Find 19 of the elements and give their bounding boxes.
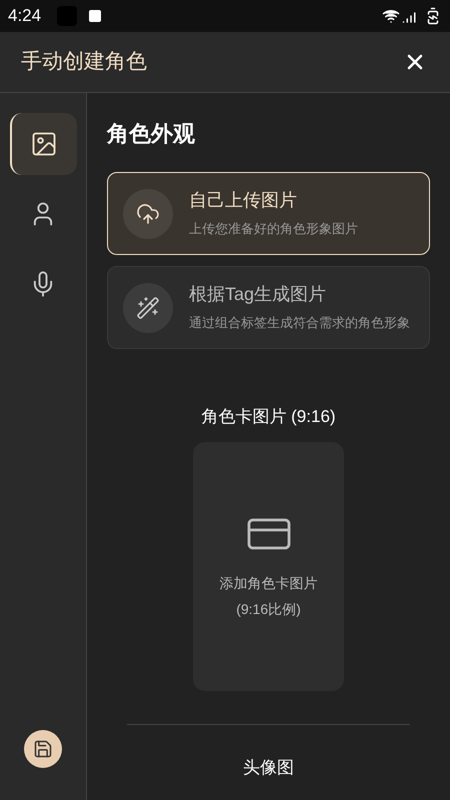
- card-image-upload[interactable]: 添加角色卡图片 (9:16比例): [193, 442, 344, 690]
- card-image-title: 角色卡图片 (9:16): [201, 406, 336, 428]
- avatar-image-title: 头像图: [243, 756, 294, 778]
- page-title: 手动创建角色: [21, 49, 147, 76]
- image-icon: [30, 130, 58, 158]
- wifi-icon: [382, 7, 400, 25]
- notification-icon: [89, 10, 102, 22]
- magic-wand-icon: [136, 296, 160, 320]
- status-time: 4:24: [8, 5, 42, 28]
- option-title: 自己上传图片: [189, 189, 298, 212]
- option-card[interactable]: 自己上传图片 上传您准备好的角色形象图片: [107, 172, 430, 255]
- save-button[interactable]: [24, 730, 62, 768]
- option-subtitle: 通过组合标签生成符合需求的角色形象: [189, 314, 410, 332]
- section-heading: 角色外观: [107, 120, 196, 148]
- option-title: 根据Tag生成图片: [189, 283, 328, 306]
- sidebar-tab[interactable]: [10, 113, 76, 175]
- option-card[interactable]: 根据Tag生成图片 通过组合标签生成符合需求的角色形象: [107, 266, 430, 349]
- cloud-upload-icon: [136, 202, 160, 226]
- option-subtitle: 上传您准备好的角色形象图片: [189, 220, 358, 238]
